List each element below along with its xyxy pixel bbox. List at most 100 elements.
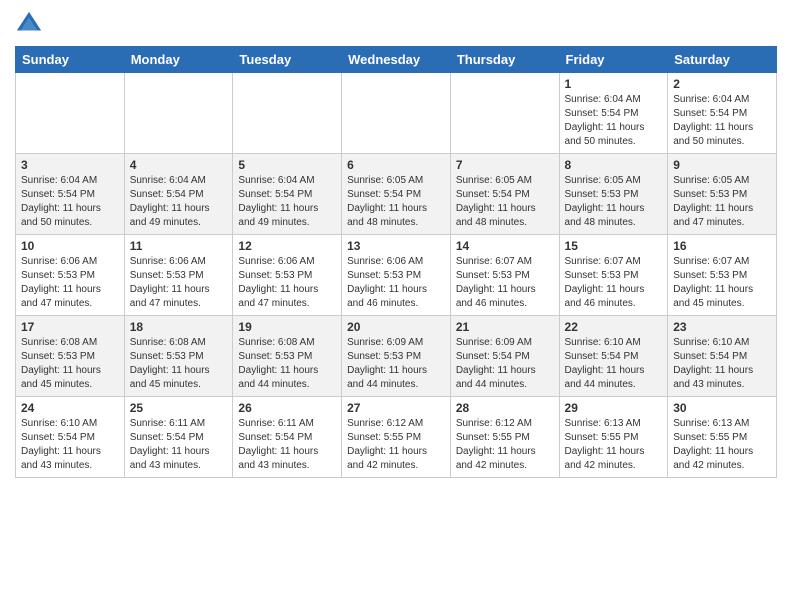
day-cell: 28Sunrise: 6:12 AMSunset: 5:55 PMDayligh… bbox=[450, 397, 559, 478]
day-number: 11 bbox=[130, 239, 228, 253]
day-number: 21 bbox=[456, 320, 554, 334]
day-cell: 6 Sunrise: 6:05 AMSunset: 5:54 PMDaylight… bbox=[342, 154, 451, 235]
weekday-thursday: Thursday bbox=[450, 47, 559, 73]
day-info: Sunrise: 6:05 AMSunset: 5:54 PMDaylight:… bbox=[456, 174, 554, 230]
day-cell: 9Sunrise: 6:05 AMSunset: 5:53 PMDaylight… bbox=[668, 154, 777, 235]
day-cell: 15 Sunrise: 6:07 AMSunset: 5:53 PMDayligh… bbox=[559, 235, 668, 316]
calendar-header: SundayMondayTuesdayWednesdayThursdayFrid… bbox=[16, 47, 777, 73]
day-number: 30 bbox=[673, 401, 771, 415]
day-info: Sunrise: 6:11 AMSunset: 5:54 PMDaylight:… bbox=[130, 417, 228, 473]
day-info: Sunrise: 6:04 AMSunset: 5:54 PMDaylight:… bbox=[238, 174, 336, 230]
day-cell: 27 Sunrise: 6:12 AMSunset: 5:55 PMDayligh… bbox=[342, 397, 451, 478]
day-number: 20 bbox=[347, 320, 445, 334]
day-number: 18 bbox=[130, 320, 228, 334]
day-info: Sunrise: 6:04 AMSunset: 5:54 PMDaylight:… bbox=[565, 93, 663, 149]
day-cell: 7 Sunrise: 6:05 AMSunset: 5:54 PMDaylight… bbox=[450, 154, 559, 235]
weekday-friday: Friday bbox=[559, 47, 668, 73]
day-number: 22 bbox=[565, 320, 663, 334]
week-row-2: 3 Sunrise: 6:04 AMSunset: 5:54 PMDaylight… bbox=[16, 154, 777, 235]
day-number: 3 bbox=[21, 158, 119, 172]
day-cell: 13Sunrise: 6:06 AMSunset: 5:53 PMDayligh… bbox=[342, 235, 451, 316]
day-number: 7 bbox=[456, 158, 554, 172]
day-cell: 17 Sunrise: 6:08 AMSunset: 5:53 PMDayligh… bbox=[16, 316, 125, 397]
day-info: Sunrise: 6:10 AMSunset: 5:54 PMDaylight:… bbox=[565, 336, 663, 392]
day-info: Sunrise: 6:07 AMSunset: 5:53 PMDaylight:… bbox=[456, 255, 554, 311]
weekday-wednesday: Wednesday bbox=[342, 47, 451, 73]
calendar-table: SundayMondayTuesdayWednesdayThursdayFrid… bbox=[15, 46, 777, 478]
weekday-monday: Monday bbox=[124, 47, 233, 73]
day-info: Sunrise: 6:04 AMSunset: 5:54 PMDaylight:… bbox=[21, 174, 119, 230]
day-info: Sunrise: 6:10 AMSunset: 5:54 PMDaylight:… bbox=[21, 417, 119, 473]
day-number: 17 bbox=[21, 320, 119, 334]
day-cell: 18 Sunrise: 6:08 AMSunset: 5:53 PMDayligh… bbox=[124, 316, 233, 397]
day-number: 8 bbox=[565, 158, 663, 172]
day-info: Sunrise: 6:04 AMSunset: 5:54 PMDaylight:… bbox=[673, 93, 771, 149]
day-cell bbox=[16, 73, 125, 154]
day-info: Sunrise: 6:04 AMSunset: 5:54 PMDaylight:… bbox=[130, 174, 228, 230]
day-cell: 29 Sunrise: 6:13 AMSunset: 5:55 PMDayligh… bbox=[559, 397, 668, 478]
day-cell: 30 Sunrise: 6:13 AMSunset: 5:55 PMDayligh… bbox=[668, 397, 777, 478]
day-info: Sunrise: 6:06 AMSunset: 5:53 PMDaylight:… bbox=[130, 255, 228, 311]
day-info: Sunrise: 6:13 AMSunset: 5:55 PMDaylight:… bbox=[673, 417, 771, 473]
day-info: Sunrise: 6:09 AMSunset: 5:53 PMDaylight:… bbox=[347, 336, 445, 392]
week-row-5: 24 Sunrise: 6:10 AMSunset: 5:54 PMDayligh… bbox=[16, 397, 777, 478]
day-number: 4 bbox=[130, 158, 228, 172]
weekday-sunday: Sunday bbox=[16, 47, 125, 73]
day-info: Sunrise: 6:06 AMSunset: 5:53 PMDaylight:… bbox=[238, 255, 336, 311]
day-number: 29 bbox=[565, 401, 663, 415]
day-info: Sunrise: 6:09 AMSunset: 5:54 PMDaylight:… bbox=[456, 336, 554, 392]
day-cell: 5 Sunrise: 6:04 AMSunset: 5:54 PMDaylight… bbox=[233, 154, 342, 235]
day-info: Sunrise: 6:11 AMSunset: 5:54 PMDaylight:… bbox=[238, 417, 336, 473]
week-row-4: 17 Sunrise: 6:08 AMSunset: 5:53 PMDayligh… bbox=[16, 316, 777, 397]
day-info: Sunrise: 6:05 AMSunset: 5:53 PMDaylight:… bbox=[673, 174, 771, 230]
day-number: 1 bbox=[565, 77, 663, 91]
day-number: 10 bbox=[21, 239, 119, 253]
day-info: Sunrise: 6:08 AMSunset: 5:53 PMDaylight:… bbox=[238, 336, 336, 392]
day-info: Sunrise: 6:07 AMSunset: 5:53 PMDaylight:… bbox=[565, 255, 663, 311]
day-cell bbox=[124, 73, 233, 154]
day-cell: 26 Sunrise: 6:11 AMSunset: 5:54 PMDayligh… bbox=[233, 397, 342, 478]
day-number: 6 bbox=[347, 158, 445, 172]
day-info: Sunrise: 6:10 AMSunset: 5:54 PMDaylight:… bbox=[673, 336, 771, 392]
day-cell: 4 Sunrise: 6:04 AMSunset: 5:54 PMDaylight… bbox=[124, 154, 233, 235]
day-info: Sunrise: 6:06 AMSunset: 5:53 PMDaylight:… bbox=[347, 255, 445, 311]
day-number: 19 bbox=[238, 320, 336, 334]
day-cell: 12Sunrise: 6:06 AMSunset: 5:53 PMDayligh… bbox=[233, 235, 342, 316]
day-number: 16 bbox=[673, 239, 771, 253]
day-number: 15 bbox=[565, 239, 663, 253]
day-cell: 10Sunrise: 6:06 AMSunset: 5:53 PMDayligh… bbox=[16, 235, 125, 316]
day-cell: 11 Sunrise: 6:06 AMSunset: 5:53 PMDayligh… bbox=[124, 235, 233, 316]
day-number: 26 bbox=[238, 401, 336, 415]
day-cell: 14Sunrise: 6:07 AMSunset: 5:53 PMDayligh… bbox=[450, 235, 559, 316]
day-number: 2 bbox=[673, 77, 771, 91]
day-info: Sunrise: 6:07 AMSunset: 5:53 PMDaylight:… bbox=[673, 255, 771, 311]
day-number: 5 bbox=[238, 158, 336, 172]
day-cell: 3 Sunrise: 6:04 AMSunset: 5:54 PMDaylight… bbox=[16, 154, 125, 235]
day-cell: 23Sunrise: 6:10 AMSunset: 5:54 PMDayligh… bbox=[668, 316, 777, 397]
day-cell bbox=[342, 73, 451, 154]
day-cell: 22 Sunrise: 6:10 AMSunset: 5:54 PMDayligh… bbox=[559, 316, 668, 397]
day-info: Sunrise: 6:08 AMSunset: 5:53 PMDaylight:… bbox=[21, 336, 119, 392]
day-info: Sunrise: 6:05 AMSunset: 5:53 PMDaylight:… bbox=[565, 174, 663, 230]
day-cell: 8 Sunrise: 6:05 AMSunset: 5:53 PMDaylight… bbox=[559, 154, 668, 235]
day-cell: 2 Sunrise: 6:04 AMSunset: 5:54 PMDaylight… bbox=[668, 73, 777, 154]
day-cell: 25Sunrise: 6:11 AMSunset: 5:54 PMDayligh… bbox=[124, 397, 233, 478]
day-cell bbox=[450, 73, 559, 154]
day-cell: 24 Sunrise: 6:10 AMSunset: 5:54 PMDayligh… bbox=[16, 397, 125, 478]
day-number: 27 bbox=[347, 401, 445, 415]
weekday-saturday: Saturday bbox=[668, 47, 777, 73]
day-cell: 1 Sunrise: 6:04 AMSunset: 5:54 PMDaylight… bbox=[559, 73, 668, 154]
day-info: Sunrise: 6:13 AMSunset: 5:55 PMDaylight:… bbox=[565, 417, 663, 473]
day-cell: 21 Sunrise: 6:09 AMSunset: 5:54 PMDayligh… bbox=[450, 316, 559, 397]
logo-icon bbox=[15, 10, 43, 38]
day-info: Sunrise: 6:12 AMSunset: 5:55 PMDaylight:… bbox=[347, 417, 445, 473]
day-info: Sunrise: 6:05 AMSunset: 5:54 PMDaylight:… bbox=[347, 174, 445, 230]
logo bbox=[15, 10, 47, 38]
calendar-body: 1 Sunrise: 6:04 AMSunset: 5:54 PMDaylight… bbox=[16, 73, 777, 478]
day-cell bbox=[233, 73, 342, 154]
day-info: Sunrise: 6:08 AMSunset: 5:53 PMDaylight:… bbox=[130, 336, 228, 392]
day-number: 24 bbox=[21, 401, 119, 415]
header bbox=[15, 10, 777, 38]
page: SundayMondayTuesdayWednesdayThursdayFrid… bbox=[0, 0, 792, 493]
day-cell: 20 Sunrise: 6:09 AMSunset: 5:53 PMDayligh… bbox=[342, 316, 451, 397]
